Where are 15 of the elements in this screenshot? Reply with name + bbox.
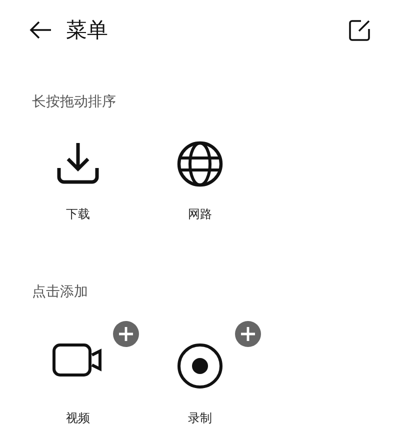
page-title: 菜单 xyxy=(66,17,109,44)
section-label: 长按拖动排序 xyxy=(31,93,117,111)
item-label: 视频 xyxy=(66,410,90,427)
item-label: 下载 xyxy=(66,206,90,223)
item-label: 网路 xyxy=(188,206,212,223)
edit-icon[interactable] xyxy=(348,18,372,42)
record-icon[interactable] xyxy=(177,343,223,389)
section-label: 点击添加 xyxy=(31,283,89,301)
add-icon[interactable] xyxy=(113,321,139,347)
back-icon[interactable] xyxy=(28,20,52,40)
video-camera-icon[interactable] xyxy=(52,343,104,377)
item-label: 录制 xyxy=(188,410,212,427)
globe-icon[interactable] xyxy=(177,141,223,187)
add-icon[interactable] xyxy=(235,321,261,347)
download-icon[interactable] xyxy=(56,141,100,185)
